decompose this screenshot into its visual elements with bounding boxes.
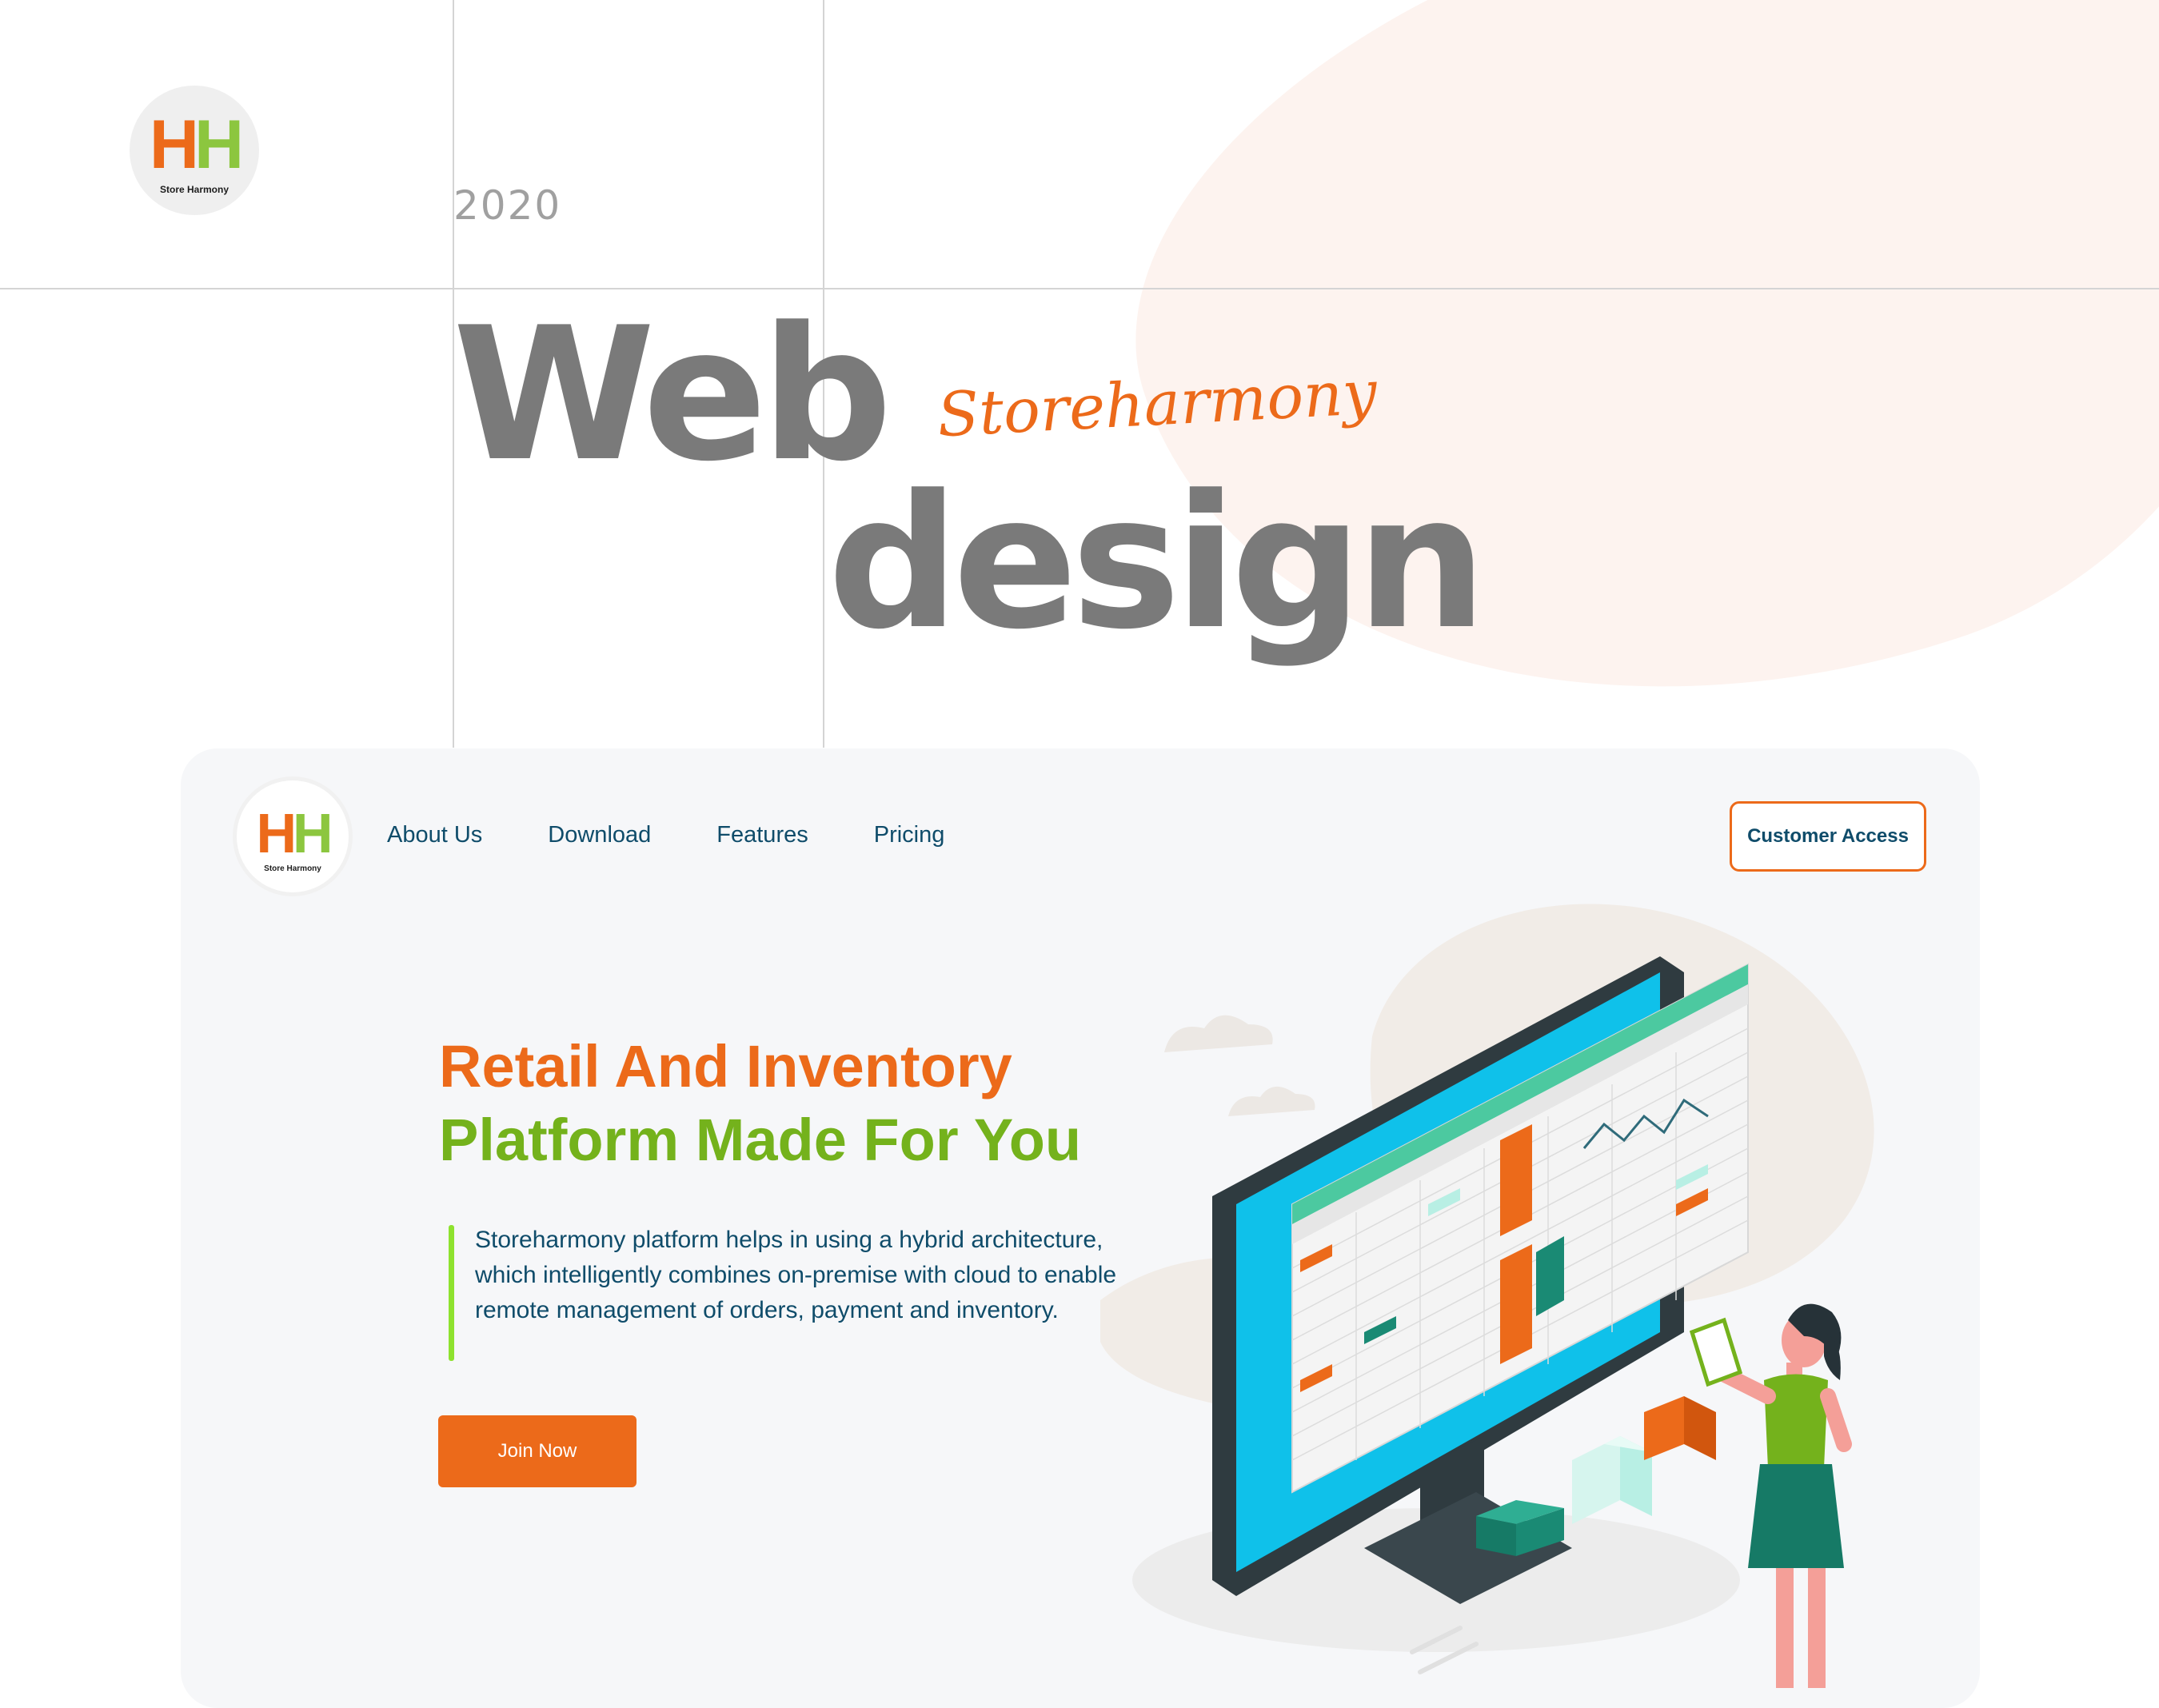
nav-features[interactable]: Features bbox=[716, 822, 808, 848]
clipboard-icon bbox=[1689, 1317, 1743, 1387]
cover-title-web: Web bbox=[453, 289, 892, 502]
logo-name: Store Harmony bbox=[264, 864, 321, 873]
hero-title: Retail And Inventory Platform Made For Y… bbox=[439, 1030, 1081, 1177]
inventory-illustration bbox=[1100, 904, 1874, 1688]
site-logo[interactable]: HH Store Harmony bbox=[237, 780, 349, 892]
logo-mark: HH bbox=[256, 801, 333, 864]
guide-line-horizontal bbox=[0, 288, 2159, 289]
cover-logo: HH Store Harmony bbox=[130, 86, 259, 215]
hero-title-line-2: Platform Made For You bbox=[439, 1107, 1082, 1173]
hero-description: Storeharmony platform helps in using a h… bbox=[475, 1227, 1117, 1323]
cloud-icon bbox=[1228, 1086, 1315, 1116]
cover-title-design: design bbox=[828, 457, 1487, 670]
nav-about-us[interactable]: About Us bbox=[387, 822, 482, 848]
logo-letter-right: H bbox=[194, 106, 244, 183]
join-now-button[interactable]: Join Now bbox=[438, 1415, 637, 1487]
logo-letter-left: H bbox=[256, 801, 297, 864]
cloud-icon bbox=[1164, 1015, 1273, 1052]
website-mockup: HH Store Harmony About Us Download Featu… bbox=[181, 748, 1980, 1708]
logo-letter-right: H bbox=[293, 801, 333, 864]
nav-pricing[interactable]: Pricing bbox=[874, 822, 945, 848]
main-nav: About Us Download Features Pricing bbox=[387, 822, 944, 848]
description-accent-bar bbox=[449, 1225, 454, 1361]
nav-download[interactable]: Download bbox=[548, 822, 651, 848]
person-illustration bbox=[1689, 1303, 1852, 1688]
hero-title-line-1: Retail And Inventory bbox=[439, 1033, 1012, 1099]
logo-letter-left: H bbox=[149, 106, 199, 183]
logo-mark: HH bbox=[150, 110, 244, 179]
cover-year: 2020 bbox=[453, 182, 562, 229]
customer-access-button[interactable]: Customer Access bbox=[1730, 801, 1926, 872]
logo-name: Store Harmony bbox=[159, 184, 229, 195]
